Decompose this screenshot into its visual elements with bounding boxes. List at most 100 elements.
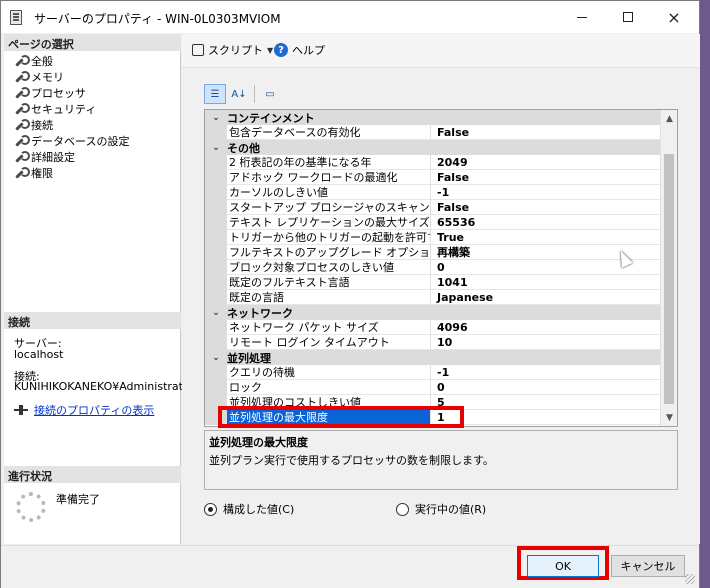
- ok-button[interactable]: OK: [527, 555, 599, 577]
- property-value[interactable]: False: [431, 170, 469, 185]
- property-row[interactable]: ロック 0: [205, 379, 661, 395]
- server-properties-dialog: サーバーのプロパティ - WIN-0L0303MVIOM × ページの選択 全般…: [0, 0, 700, 588]
- property-value[interactable]: 65536: [431, 215, 475, 230]
- script-button[interactable]: スクリプト ▼: [192, 42, 273, 58]
- property-name[interactable]: 2 桁表記の年の基準になる年: [227, 154, 431, 170]
- property-row[interactable]: アドホック ワークロードの最適化 False: [205, 169, 661, 185]
- property-value[interactable]: Japanese: [431, 290, 493, 305]
- property-row[interactable]: 既定の言語 Japanese: [205, 289, 661, 305]
- minimize-button[interactable]: [559, 1, 605, 33]
- property-value[interactable]: 4096: [431, 320, 468, 335]
- category-row[interactable]: ⌄ ネットワーク: [205, 305, 661, 320]
- wrench-icon: [14, 87, 30, 99]
- configured-values-radio[interactable]: 構成した値(C): [204, 501, 294, 517]
- page-item[interactable]: セキュリティ: [14, 101, 96, 117]
- alphabetical-sort-button[interactable]: A↓: [228, 84, 250, 104]
- categorized-icon: ☰: [210, 88, 220, 100]
- scroll-down-icon[interactable]: ▼: [661, 409, 677, 426]
- property-name[interactable]: 既定のフルテキスト言語: [227, 274, 431, 290]
- running-values-radio[interactable]: 実行中の値(R): [396, 501, 486, 517]
- resize-grip-icon[interactable]: [685, 574, 695, 584]
- property-name[interactable]: ネットワーク パケット サイズ: [227, 319, 431, 335]
- property-name[interactable]: テキスト レプリケーションの最大サイズ: [227, 214, 431, 230]
- property-value[interactable]: False: [431, 200, 469, 215]
- progress-spinner-icon: [16, 492, 46, 522]
- property-value[interactable]: 再構築: [431, 245, 470, 260]
- running-radio-dot[interactable]: [396, 502, 409, 516]
- property-row[interactable]: 既定のフルテキスト言語 1041: [205, 274, 661, 290]
- property-value[interactable]: 1041: [431, 275, 468, 290]
- chevron-down-icon[interactable]: ▼: [267, 46, 273, 55]
- collapse-chevron-icon[interactable]: ⌄: [205, 308, 227, 318]
- dialog-button-bar: OK キャンセル: [1, 545, 699, 588]
- property-name[interactable]: フルテキストのアップグレード オプション: [227, 244, 431, 260]
- property-name[interactable]: 既定の言語: [227, 289, 431, 305]
- property-name[interactable]: アドホック ワークロードの最適化: [227, 169, 431, 185]
- page-item[interactable]: メモリ: [14, 69, 64, 85]
- row-gutter: [205, 334, 227, 350]
- property-value[interactable]: 0: [431, 380, 445, 395]
- categorized-view-button[interactable]: ☰: [204, 84, 226, 104]
- property-name[interactable]: トリガーから他のトリガーの起動を許可する: [227, 229, 431, 245]
- scroll-up-icon[interactable]: ▲: [661, 110, 677, 127]
- toolbar-divider: [254, 85, 255, 103]
- page-item-label: メモリ: [31, 71, 64, 84]
- wrench-icon: [14, 167, 30, 179]
- property-row[interactable]: フルテキストのアップグレード オプション 再構築: [205, 244, 661, 260]
- property-row[interactable]: ブロック対象プロセスのしきい値 0: [205, 259, 661, 275]
- scrollbar-thumb[interactable]: [664, 154, 674, 404]
- property-value[interactable]: -1: [431, 365, 449, 380]
- page-item-label: セキュリティ: [31, 103, 97, 116]
- property-value[interactable]: -1: [431, 185, 449, 200]
- property-row[interactable]: リモート ログイン タイムアウト 10: [205, 334, 661, 350]
- property-row[interactable]: スタートアップ プロシージャのスキャン False: [205, 199, 661, 215]
- property-grid-scrollbar[interactable]: ▲ ▼: [660, 110, 677, 426]
- page-item[interactable]: 全般: [14, 53, 53, 69]
- property-grid: ⌄ コンテインメント 包含データベースの有効化 False ⌄ その他 2 桁表記の年の基準…: [204, 109, 678, 427]
- property-value[interactable]: False: [431, 125, 469, 140]
- connection-value: KUNIHIKOKANEKO¥Administrato: [14, 380, 190, 393]
- collapse-chevron-icon[interactable]: ⌄: [205, 143, 227, 153]
- property-name[interactable]: カーソルのしきい値: [227, 184, 431, 200]
- property-name[interactable]: ロック: [227, 379, 431, 395]
- property-value[interactable]: 2049: [431, 155, 468, 170]
- property-name[interactable]: 包含データベースの有効化: [227, 124, 431, 140]
- configured-radio-dot[interactable]: [204, 502, 217, 516]
- property-name[interactable]: ブロック対象プロセスのしきい値: [227, 259, 431, 275]
- property-name[interactable]: クエリの待機: [227, 364, 431, 380]
- maximize-button[interactable]: [605, 1, 651, 33]
- property-row[interactable]: ネットワーク パケット サイズ 4096: [205, 319, 661, 335]
- property-row[interactable]: テキスト レプリケーションの最大サイズ 65536: [205, 214, 661, 230]
- row-gutter: [205, 244, 227, 260]
- property-row[interactable]: クエリの待機 -1: [205, 364, 661, 380]
- property-row[interactable]: 包含データベースの有効化 False: [205, 124, 661, 140]
- page-item[interactable]: 接続: [14, 117, 53, 133]
- close-button[interactable]: ×: [651, 1, 697, 33]
- property-row[interactable]: トリガーから他のトリガーの起動を許可する True: [205, 229, 661, 245]
- connection-properties-link[interactable]: 接続のプロパティの表示: [14, 402, 154, 418]
- property-value[interactable]: True: [431, 230, 464, 245]
- help-button[interactable]: ? ヘルプ: [274, 42, 325, 58]
- property-value[interactable]: 10: [431, 335, 452, 350]
- category-row[interactable]: ⌄ その他: [205, 140, 661, 155]
- property-pages-button[interactable]: ▭: [259, 84, 281, 104]
- property-name[interactable]: スタートアップ プロシージャのスキャン: [227, 199, 431, 215]
- page-item[interactable]: データベースの設定: [14, 133, 129, 149]
- category-row[interactable]: ⌄ 並列処理: [205, 350, 661, 365]
- property-row[interactable]: 2 桁表記の年の基準になる年 2049: [205, 154, 661, 170]
- category-row[interactable]: ⌄ コンテインメント: [205, 110, 661, 125]
- property-name[interactable]: リモート ログイン タイムアウト: [227, 334, 431, 350]
- connection-properties-link-label[interactable]: 接続のプロパティの表示: [34, 402, 154, 418]
- cancel-button[interactable]: キャンセル: [611, 555, 685, 577]
- property-value[interactable]: 0: [431, 260, 445, 275]
- server-value: localhost: [14, 348, 64, 361]
- page-item[interactable]: 権限: [14, 165, 53, 181]
- page-item[interactable]: プロセッサ: [14, 85, 86, 101]
- wrench-icon: [14, 71, 30, 83]
- collapse-chevron-icon[interactable]: ⌄: [205, 113, 227, 123]
- max-dop-highlight-box: [218, 406, 464, 428]
- property-row[interactable]: カーソルのしきい値 -1: [205, 184, 661, 200]
- page-item[interactable]: 詳細設定: [14, 149, 75, 165]
- collapse-chevron-icon[interactable]: ⌄: [205, 353, 227, 363]
- description-title: 並列処理の最大限度: [209, 436, 308, 449]
